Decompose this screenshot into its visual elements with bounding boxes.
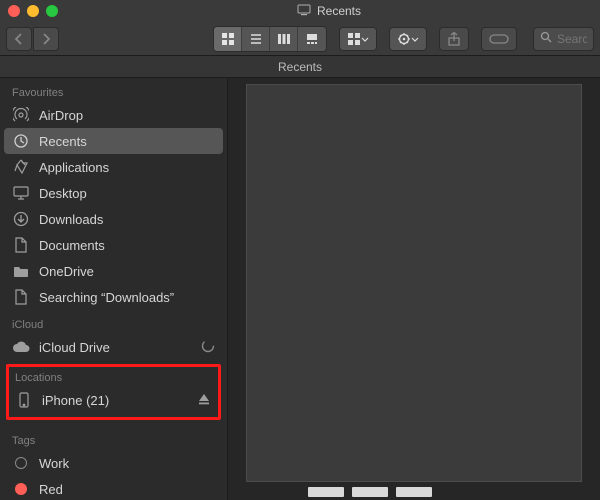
document-icon — [12, 237, 30, 253]
sidebar-item-downloads[interactable]: Downloads — [0, 206, 227, 232]
sidebar-item-label: Downloads — [39, 212, 103, 227]
cloud-icon — [12, 341, 30, 353]
display-icon — [12, 186, 30, 200]
sidebar-tag-work[interactable]: Work — [0, 450, 227, 476]
sidebar-item-desktop[interactable]: Desktop — [0, 180, 227, 206]
thumbnail[interactable] — [396, 487, 432, 497]
eject-icon[interactable] — [198, 393, 212, 408]
tags-button[interactable] — [481, 27, 517, 51]
tag-dot-icon — [12, 483, 30, 495]
locations-highlight: Locations iPhone (21) — [6, 364, 221, 420]
sidebar-heading-favourites: Favourites — [0, 78, 227, 102]
sidebar-item-label: Applications — [39, 160, 109, 175]
titlebar: Recents — [0, 0, 600, 22]
view-gallery-button[interactable] — [298, 27, 326, 51]
sidebar-item-onedrive[interactable]: OneDrive — [0, 258, 227, 284]
search-field[interactable] — [533, 27, 594, 51]
sidebar-item-label: Recents — [39, 134, 87, 149]
sidebar-item-label: Documents — [39, 238, 105, 253]
close-window-button[interactable] — [8, 5, 20, 17]
sidebar-item-airdrop[interactable]: AirDrop — [0, 102, 227, 128]
clock-icon — [12, 133, 30, 149]
view-icon-button[interactable] — [214, 27, 242, 51]
sidebar-item-recents[interactable]: Recents — [4, 128, 223, 154]
applications-icon — [12, 159, 30, 175]
sidebar-item-saved-search[interactable]: Searching “Downloads” — [0, 284, 227, 310]
sidebar: Favourites AirDrop Recents Applications … — [0, 78, 228, 500]
sidebar-item-iphone[interactable]: iPhone (21) — [9, 387, 218, 413]
search-icon — [540, 31, 552, 46]
forward-button[interactable] — [33, 27, 59, 51]
zoom-window-button[interactable] — [46, 5, 58, 17]
folder-icon — [12, 265, 30, 278]
back-button[interactable] — [6, 27, 32, 51]
path-bar: Recents — [0, 56, 600, 78]
window-controls — [8, 5, 58, 17]
sidebar-item-label: Red — [39, 482, 63, 497]
thumbnail[interactable] — [308, 487, 344, 497]
phone-icon — [15, 392, 33, 408]
view-switcher — [213, 26, 327, 52]
sidebar-item-label: AirDrop — [39, 108, 83, 123]
sidebar-item-label: iPhone (21) — [42, 393, 109, 408]
sidebar-item-documents[interactable]: Documents — [0, 232, 227, 258]
sidebar-item-label: OneDrive — [39, 264, 94, 279]
gallery-preview — [246, 84, 582, 482]
document-icon — [12, 289, 30, 305]
sidebar-item-label: Work — [39, 456, 69, 471]
sidebar-heading-locations: Locations — [9, 369, 218, 387]
content-area[interactable] — [228, 78, 600, 500]
minimize-window-button[interactable] — [27, 5, 39, 17]
sidebar-heading-tags: Tags — [0, 426, 227, 450]
tag-dot-icon — [12, 457, 30, 469]
view-list-button[interactable] — [242, 27, 270, 51]
thumbnail[interactable] — [352, 487, 388, 497]
sidebar-item-label: Desktop — [39, 186, 87, 201]
view-column-button[interactable] — [270, 27, 298, 51]
airdrop-icon — [12, 107, 30, 123]
sidebar-item-icloud-drive[interactable]: iCloud Drive — [0, 334, 227, 360]
arrange-button[interactable] — [339, 27, 377, 51]
window-title: Recents — [317, 4, 361, 18]
sidebar-tag-red[interactable]: Red — [0, 476, 227, 500]
search-input[interactable] — [557, 32, 587, 46]
share-button[interactable] — [439, 27, 469, 51]
path-current: Recents — [278, 60, 322, 74]
toolbar — [0, 22, 600, 56]
sidebar-item-label: Searching “Downloads” — [39, 290, 174, 305]
sync-progress-icon — [201, 339, 215, 356]
sidebar-item-label: iCloud Drive — [39, 340, 110, 355]
download-icon — [12, 211, 30, 227]
sidebar-item-applications[interactable]: Applications — [0, 154, 227, 180]
title-icon — [297, 4, 311, 19]
gallery-thumbnails — [308, 487, 432, 497]
sidebar-heading-icloud: iCloud — [0, 310, 227, 334]
action-menu-button[interactable] — [389, 27, 427, 51]
